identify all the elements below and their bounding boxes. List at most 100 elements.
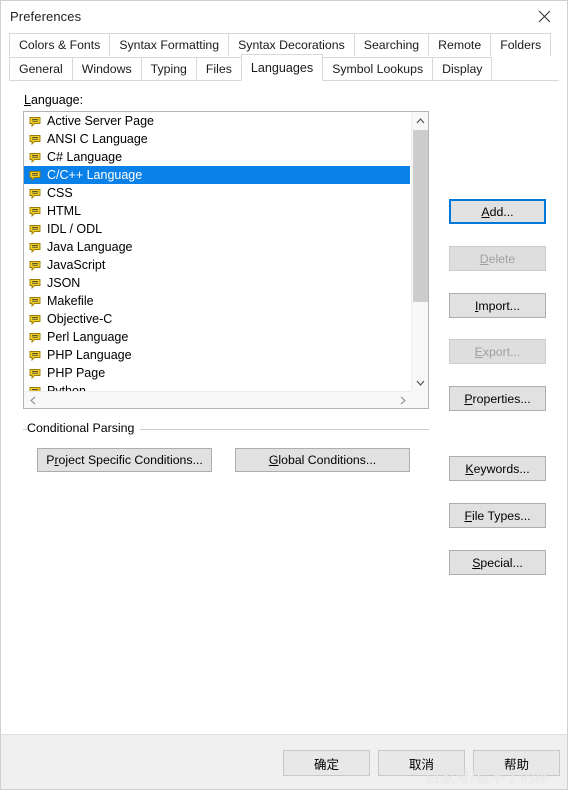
language-label-accel: L [24, 93, 31, 107]
language-file-icon [29, 169, 42, 182]
list-item[interactable]: IDL / ODL [24, 220, 410, 238]
list-item-label: Perl Language [47, 330, 129, 344]
import-button[interactable]: Import... [449, 293, 546, 318]
file-types-button[interactable]: File Types... [449, 503, 546, 528]
add-button-label: dd... [489, 204, 514, 219]
properties-button[interactable]: Properties... [449, 386, 546, 411]
preferences-dialog: Preferences Colors & Fonts Syntax Format… [0, 0, 568, 790]
list-item-label: Python [47, 384, 86, 391]
special-button-accel: S [472, 555, 481, 570]
tab-typing[interactable]: Typing [140, 57, 197, 80]
close-icon[interactable] [522, 1, 567, 31]
ok-button[interactable]: 确定 [283, 750, 370, 776]
list-item[interactable]: C# Language [24, 148, 410, 166]
export-button-label: xport... [482, 344, 521, 359]
list-item[interactable]: JavaScript [24, 256, 410, 274]
list-item[interactable]: Makefile [24, 292, 410, 310]
list-item[interactable]: PHP Language [24, 346, 410, 364]
language-file-icon [29, 205, 42, 218]
tab-syntax-decorations[interactable]: Syntax Decorations [228, 33, 355, 56]
properties-button-label: roperties... [472, 391, 531, 406]
language-file-icon [29, 331, 42, 344]
list-item[interactable]: Active Server Page [24, 112, 410, 130]
tab-remote[interactable]: Remote [428, 33, 492, 56]
conditional-parsing-group: Conditional Parsing Pr oject Specific Con… [23, 421, 429, 491]
horizontal-scrollbar[interactable] [24, 391, 411, 408]
language-list-label: Language: [24, 93, 83, 107]
language-label-rest: anguage: [30, 93, 84, 107]
cancel-button[interactable]: 取消 [378, 750, 465, 776]
list-item[interactable]: Python [24, 382, 410, 391]
language-file-icon [29, 277, 42, 290]
add-button-accel: A [481, 204, 490, 219]
list-item-label: JSON [47, 276, 81, 290]
add-button[interactable]: Add... [449, 199, 546, 224]
tab-symbol-lookups[interactable]: Symbol Lookups [322, 57, 434, 80]
list-item[interactable]: CSS [24, 184, 410, 202]
vertical-scrollbar-thumb[interactable] [413, 130, 428, 302]
chevron-up-icon[interactable] [412, 112, 428, 129]
language-file-icon [29, 133, 42, 146]
list-item[interactable]: HTML [24, 202, 410, 220]
project-specific-conditions-button[interactable]: Pr oject Specific Conditions... [37, 448, 212, 472]
tab-colors-and-fonts[interactable]: Colors & Fonts [9, 33, 111, 56]
language-file-icon [29, 349, 42, 362]
window-title: Preferences [10, 9, 82, 24]
list-item-label: ANSI C Language [47, 132, 148, 146]
language-file-icon [29, 241, 42, 254]
special-button[interactable]: Special... [449, 550, 546, 575]
scrollbar-corner [411, 391, 428, 408]
export-button-accel: E [474, 344, 483, 359]
language-file-icon [29, 223, 42, 236]
tab-languages[interactable]: Languages [240, 54, 324, 81]
tab-strip: Colors & Fonts Syntax Formatting Syntax … [1, 32, 567, 81]
title-bar: Preferences [1, 1, 567, 32]
file-types-button-accel: F [464, 508, 472, 523]
keywords-button-accel: K [465, 461, 474, 476]
project-button-label: oject Specific Conditions... [58, 453, 203, 467]
tab-searching[interactable]: Searching [353, 33, 430, 56]
list-item-label: HTML [47, 204, 82, 218]
export-button[interactable]: Export... [449, 339, 546, 364]
delete-button[interactable]: Delete [449, 246, 546, 271]
chevron-right-icon[interactable] [394, 392, 411, 408]
list-item[interactable]: Objective-C [24, 310, 410, 328]
chevron-down-icon[interactable] [412, 374, 428, 391]
vertical-scrollbar[interactable] [411, 112, 428, 408]
list-item[interactable]: Java Language [24, 238, 410, 256]
tab-files[interactable]: Files [195, 57, 242, 80]
global-button-accel: G [268, 453, 279, 467]
list-item[interactable]: ANSI C Language [24, 130, 410, 148]
help-button[interactable]: 帮助 [473, 750, 560, 776]
list-item[interactable]: JSON [24, 274, 410, 292]
tab-syntax-formatting[interactable]: Syntax Formatting [109, 33, 230, 56]
conditional-parsing-legend: Conditional Parsing [27, 421, 141, 435]
list-item[interactable]: Perl Language [24, 328, 410, 346]
properties-button-accel: P [464, 391, 473, 406]
list-item-label: IDL / ODL [47, 222, 103, 236]
tab-row-upper: Colors & Fonts Syntax Formatting Syntax … [9, 32, 559, 56]
list-item[interactable]: C/C++ Language [24, 166, 410, 184]
list-item[interactable]: PHP Page [24, 364, 410, 382]
language-list-items[interactable]: Active Server Page ANSI C Language C# Lang… [24, 112, 410, 391]
chevron-left-icon[interactable] [24, 392, 41, 408]
special-button-label: pecial... [480, 555, 523, 570]
language-file-icon [29, 367, 42, 380]
language-file-icon [29, 187, 42, 200]
language-listbox[interactable]: Active Server Page ANSI C Language C# Lang… [23, 111, 429, 409]
global-button-label: lobal Conditions... [278, 453, 377, 467]
list-item-label: JavaScript [47, 258, 106, 272]
keywords-button-label: eywords... [473, 461, 530, 476]
language-file-icon [29, 295, 42, 308]
tab-display[interactable]: Display [432, 57, 493, 80]
import-button-label: mport... [478, 298, 521, 313]
global-conditions-button[interactable]: Global Conditions... [235, 448, 410, 472]
keywords-button[interactable]: Keywords... [449, 456, 546, 481]
list-item-label: C/C++ Language [47, 168, 143, 182]
tab-general[interactable]: General [9, 57, 73, 80]
list-item-label: PHP Language [47, 348, 132, 362]
language-file-icon [29, 151, 42, 164]
tab-folders[interactable]: Folders [490, 33, 552, 56]
file-types-button-label: ile Types... [471, 508, 531, 523]
tab-windows[interactable]: Windows [71, 57, 142, 80]
